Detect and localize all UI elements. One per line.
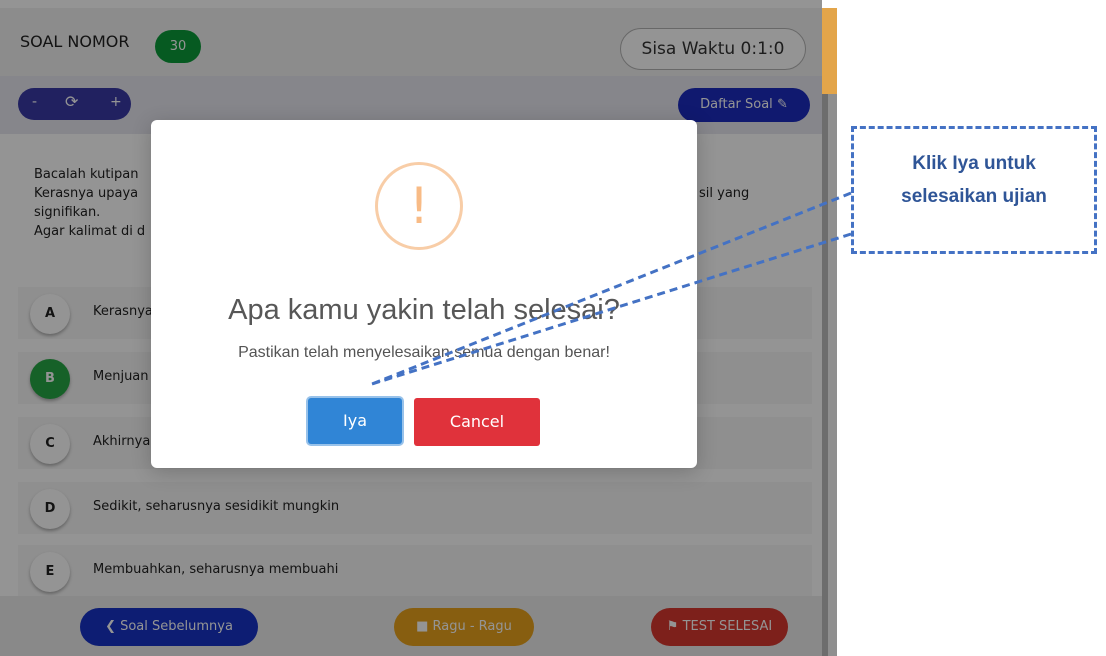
warning-icon: ! — [375, 162, 463, 250]
dialog-message: Pastikan telah menyelesaikan semua denga… — [238, 344, 610, 361]
dialog-title: Apa kamu yakin telah selesai? — [228, 294, 620, 326]
confirm-yes-button[interactable]: Iya — [308, 398, 402, 444]
confirm-dialog: ! Apa kamu yakin telah selesai? Pastikan… — [151, 120, 697, 468]
scrollbar-thumb[interactable] — [822, 94, 828, 656]
window-edge — [822, 8, 837, 94]
instruction-callout: Klik Iya untuk selesaikan ujian — [851, 126, 1097, 254]
cancel-button[interactable]: Cancel — [414, 398, 540, 446]
exam-window: SOAL NOMOR 30 Sisa Waktu 0:1:0 - ⟳ + Daf… — [0, 0, 822, 656]
callout-text: Klik Iya untuk selesaikan ujian — [901, 153, 1047, 207]
